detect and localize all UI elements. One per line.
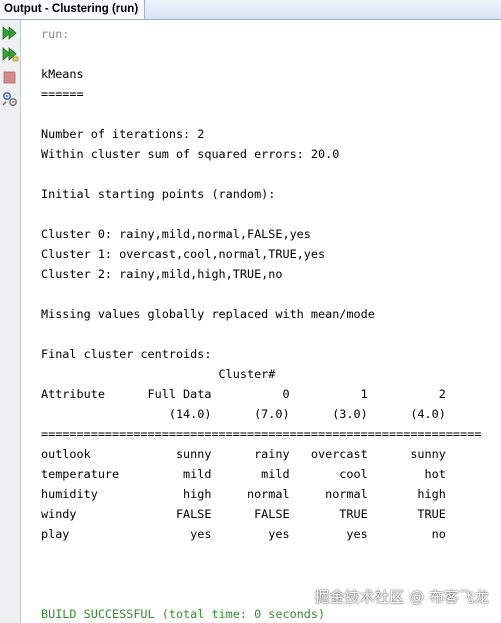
settings-icon[interactable] [1, 90, 19, 108]
output-line: ========================================… [41, 427, 482, 441]
output-line: Number of iterations: 2 [41, 127, 205, 141]
watermark: 掘金技术社区 @ 布客飞龙 [314, 588, 489, 606]
title-bar: Output - Clustering (run) [0, 0, 501, 20]
output-line: ====== [41, 87, 84, 101]
output-console[interactable]: run: kMeans ====== Number of iterations:… [22, 20, 501, 623]
output-line: Final cluster centroids: [41, 347, 212, 361]
output-line: outlook sunny rainy overcast sunny [41, 447, 446, 461]
output-line: temperature mild mild cool hot [41, 467, 446, 481]
output-line: Cluster# [41, 367, 276, 381]
rerun-with-options-icon[interactable] [1, 45, 19, 63]
rerun-icon[interactable] [1, 24, 19, 42]
output-line: Missing values globally replaced with me… [41, 307, 375, 321]
tab-output-clustering[interactable]: Output - Clustering (run) [0, 0, 146, 19]
output-toolbar [0, 20, 21, 623]
output-line: Cluster 0: rainy,mild,normal,FALSE,yes [41, 227, 311, 241]
output-window: Output - Clustering (run) run: kMeans ==… [0, 0, 501, 623]
output-line: windy FALSE FALSE TRUE TRUE [41, 507, 446, 521]
output-line: Within cluster sum of squared errors: 20… [41, 147, 340, 161]
output-line: (14.0) (7.0) (3.0) (4.0) [41, 407, 446, 421]
output-line: Cluster 2: rainy,mild,high,TRUE,no [41, 267, 283, 281]
output-line: kMeans [41, 67, 84, 81]
output-line: play yes yes yes no [41, 527, 446, 541]
output-line: Cluster 1: overcast,cool,normal,TRUE,yes [41, 247, 326, 261]
output-line: run: [41, 27, 70, 41]
stop-icon[interactable] [1, 68, 19, 86]
build-status-line: BUILD SUCCESSFUL (total time: 0 seconds) [41, 607, 326, 621]
output-line: Attribute Full Data 0 1 2 [41, 387, 446, 401]
output-line: humidity high normal normal high [41, 487, 446, 501]
output-line: Initial starting points (random): [41, 187, 276, 201]
